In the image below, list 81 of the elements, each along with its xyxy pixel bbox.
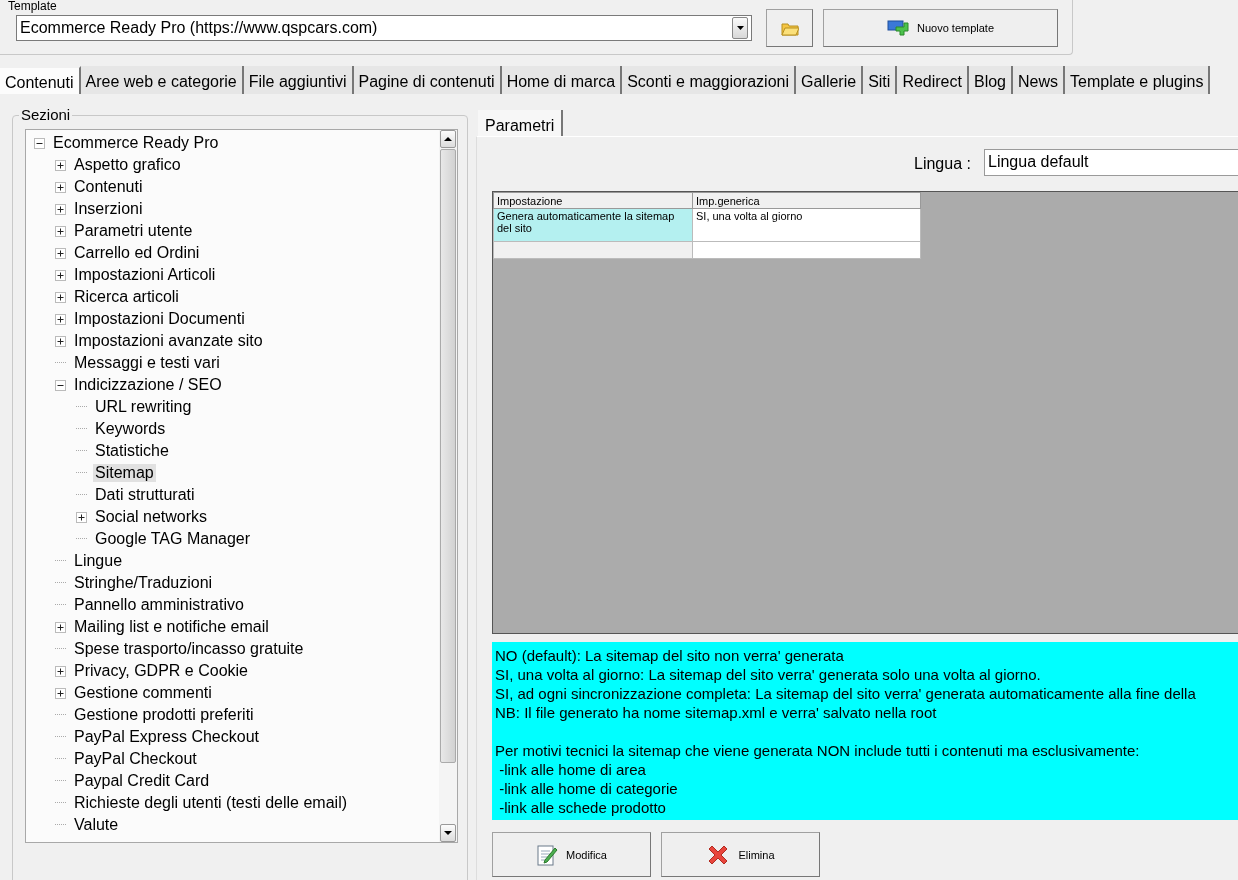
tree-item[interactable]: Pannello amministrativo — [72, 596, 246, 614]
tree-item[interactable]: Valute — [72, 816, 121, 834]
tab[interactable]: Sconti e maggiorazioni — [622, 66, 796, 94]
tree-item[interactable]: Carrello ed Ordini — [72, 244, 202, 262]
tab[interactable]: Siti — [863, 66, 898, 94]
expand-icon[interactable] — [55, 313, 66, 325]
tree-item[interactable]: Aspetto grafico — [72, 156, 183, 174]
expand-icon[interactable] — [55, 159, 66, 171]
template-dropdown[interactable]: Ecommerce Ready Pro (https://www.qspcars.com) — [16, 15, 752, 41]
tree-item[interactable]: Ecommerce Ready Pro — [51, 134, 221, 152]
tree-item[interactable]: Sitemap — [93, 464, 156, 482]
column-header[interactable]: Impostazione — [493, 192, 693, 209]
template-label: Template — [8, 0, 57, 13]
folder-button[interactable] — [766, 9, 813, 47]
tree-item[interactable]: Paypal Credit Card — [72, 772, 212, 790]
collapse-icon[interactable] — [55, 379, 66, 391]
table-cell[interactable]: Genera automaticamente la sitemap del sito — [493, 208, 693, 242]
expand-icon[interactable] — [55, 181, 66, 193]
scroll-up-icon[interactable] — [444, 137, 452, 141]
column-header[interactable]: Imp.generica — [692, 192, 921, 209]
tab[interactable]: Home di marca — [501, 66, 623, 94]
tree-item[interactable]: Spese trasporto/incasso gratuite — [72, 640, 306, 658]
tree-item[interactable]: PayPal Checkout — [72, 750, 199, 768]
collapse-icon[interactable] — [34, 137, 45, 149]
tab[interactable]: Blog — [968, 66, 1013, 94]
tree-item[interactable]: Impostazioni Articoli — [72, 266, 218, 284]
tree-item[interactable]: Keywords — [93, 420, 168, 438]
tree-item[interactable]: Dati strutturati — [93, 486, 197, 504]
expand-icon[interactable] — [55, 203, 66, 215]
expand-icon[interactable] — [55, 291, 66, 303]
tab[interactable]: Template e plugins — [1065, 66, 1211, 94]
tab[interactable]: Pagine di contenuti — [353, 66, 502, 94]
tree-item[interactable]: Gestione commenti — [72, 684, 214, 702]
tab[interactable]: Contenuti — [0, 66, 81, 94]
tree-item[interactable]: Social networks — [93, 508, 210, 526]
expand-icon[interactable] — [55, 247, 66, 259]
folder-icon — [780, 20, 799, 36]
scroll-down-icon[interactable] — [444, 831, 452, 835]
tree-item[interactable]: Mailing list e notifiche email — [72, 618, 271, 636]
language-field[interactable]: Lingua default — [984, 149, 1238, 176]
dropdown-arrow-icon — [736, 26, 744, 30]
tree-item[interactable]: Richieste degli utenti (testi delle email) — [72, 794, 349, 812]
tab[interactable]: Aree web e categorie — [80, 66, 244, 94]
tree-item[interactable]: Messaggi e testi vari — [72, 354, 222, 372]
table-cell[interactable]: SI, una volta al giorno — [692, 208, 921, 242]
tree-item[interactable]: Impostazioni Documenti — [72, 310, 247, 328]
expand-icon[interactable] — [55, 269, 66, 281]
tree-item[interactable]: Statistiche — [93, 442, 171, 460]
delete-button[interactable]: Elimina — [661, 832, 820, 877]
tree-item[interactable]: Gestione prodotti preferiti — [72, 706, 256, 724]
tree-item[interactable]: Ricerca articoli — [72, 288, 181, 306]
tab[interactable]: Parametri — [478, 110, 564, 136]
description-text: NO (default): La sitemap del sito non verra' generata SI, una volta al giorno: La sitemap del sito verra' generata solo una volta al giorno. SI, ad ogni sincronizzazione completa: La sitemap del sito verra' generata automaticamente alla fine della NB: Il file generato ha nome sitemap.xml e verra' salvato nella root Per motivi tecnici la sitemap che viene generata NON include tutti i contenuti ma esclusivamente: -link alle home di area -link alle home di categorie -link alle schede prodotto — [492, 642, 1238, 820]
scrollbar[interactable] — [439, 130, 457, 842]
expand-icon[interactable] — [55, 665, 66, 677]
tab[interactable]: News — [1013, 66, 1065, 94]
tree-item[interactable]: Lingue — [72, 552, 125, 570]
group-title: Sezioni — [19, 107, 73, 123]
tree-item[interactable]: Privacy, GDPR e Cookie — [72, 662, 250, 680]
new-template-button[interactable]: Nuovo template — [823, 9, 1058, 47]
tree-item[interactable]: Parametri utente — [72, 222, 195, 240]
tree-item[interactable]: Indicizzazione / SEO — [72, 376, 224, 394]
expand-icon[interactable] — [55, 687, 66, 699]
tab[interactable]: Gallerie — [796, 66, 864, 94]
edit-button[interactable]: Modifica — [492, 832, 651, 877]
tree-item[interactable]: URL rewriting — [93, 398, 194, 416]
tree-item[interactable]: Contenuti — [72, 178, 145, 196]
tree-item[interactable]: Google TAG Manager — [93, 530, 253, 548]
expand-icon[interactable] — [55, 335, 66, 347]
tree-item[interactable]: PayPal Express Checkout — [72, 728, 261, 746]
language-label: Lingua : — [914, 155, 971, 173]
monitor-plus-icon — [886, 19, 909, 37]
edit-document-icon — [536, 842, 558, 867]
expand-icon[interactable] — [76, 511, 87, 523]
tab[interactable]: Redirect — [897, 66, 969, 94]
expand-icon[interactable] — [55, 621, 66, 633]
tree-item[interactable]: Impostazioni avanzate sito — [72, 332, 265, 350]
expand-icon[interactable] — [55, 225, 66, 237]
tree-item[interactable]: Stringhe/Traduzioni — [72, 574, 215, 592]
tab[interactable]: File aggiuntivi — [243, 66, 354, 94]
tree-item[interactable]: Inserzioni — [72, 200, 145, 218]
